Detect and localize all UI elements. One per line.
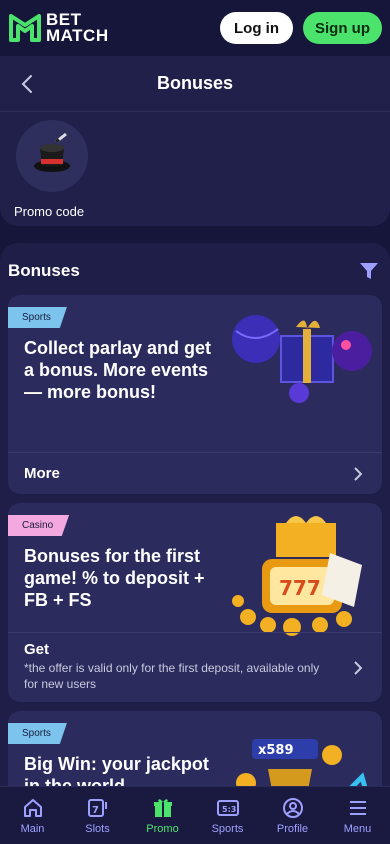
betmatch-logo[interactable]: BET MATCH [8, 11, 109, 45]
bottom-nav: Main 7 Slots Promo 5:3 Sports Profile Me… [0, 786, 390, 844]
nav-label: Main [20, 822, 45, 835]
nav-menu[interactable]: Menu [325, 787, 390, 844]
bonus-card-parlay[interactable]: Sports Collect parlay and get a bonus. M… [8, 295, 382, 494]
card-footer[interactable]: More [8, 452, 382, 494]
section-title: Bonuses [8, 261, 80, 280]
nav-label: Promo [146, 822, 179, 835]
bonuses-panel: Bonuses Sports Collect parlay and get a … [0, 243, 390, 844]
promo-code-button[interactable]: Promo code [14, 120, 90, 219]
promo-panel: Bonuses Promo code [0, 56, 390, 226]
login-button[interactable]: Log in [220, 12, 293, 44]
magic-hat-icon [16, 120, 88, 192]
logo-text-bottom: MATCH [46, 26, 109, 45]
category-tag: Sports [8, 723, 67, 744]
top-header: BET MATCH Log in Sign up [0, 0, 390, 56]
profile-icon [282, 797, 303, 818]
promo-code-label: Promo code [13, 204, 85, 219]
get-link[interactable]: Get [24, 641, 366, 658]
card-title: Collect parlay and get a bonus. More eve… [24, 338, 212, 402]
card-title: Bonuses for the first game! % to deposit… [24, 546, 205, 610]
svg-text:7: 7 [92, 805, 99, 816]
nav-slots[interactable]: 7 Slots [65, 787, 130, 844]
nav-label: Sports [211, 822, 244, 835]
filter-icon[interactable] [360, 263, 378, 279]
back-arrow-icon[interactable] [16, 72, 40, 96]
signup-button[interactable]: Sign up [303, 12, 382, 44]
gift-icon [153, 798, 172, 817]
nav-label: Menu [343, 822, 372, 835]
home-icon [23, 798, 42, 817]
page-titlebar: Bonuses [0, 56, 390, 112]
chevron-right-icon [354, 466, 362, 481]
nav-sports[interactable]: 5:3 Sports [195, 787, 260, 844]
nav-label: Profile [276, 822, 309, 835]
jackpot-badge: x589 [258, 743, 294, 758]
nav-profile[interactable]: Profile [260, 787, 325, 844]
category-tag: Casino [8, 515, 70, 536]
scoreboard-icon: 5:3 [216, 799, 239, 816]
slot-coins-illustration: 777 [232, 516, 362, 636]
logo-mark-icon [9, 14, 41, 42]
nav-label: Slots [85, 822, 110, 835]
category-tag: Sports [8, 307, 67, 328]
menu-icon [349, 800, 366, 815]
nav-promo[interactable]: Promo [130, 787, 195, 844]
slots-icon: 7 [87, 798, 107, 817]
page-title: Bonuses [156, 73, 234, 93]
bonus-card-first-game[interactable]: Casino Bonuses for the first game! % to … [8, 503, 382, 702]
chevron-right-icon [354, 660, 362, 675]
offer-note: *the offer is valid only for the first d… [24, 661, 320, 691]
more-link[interactable]: More [24, 465, 366, 482]
gift-balls-illustration [232, 315, 372, 403]
svg-text:777: 777 [279, 576, 321, 600]
card-footer[interactable]: Get *the offer is valid only for the fir… [8, 632, 382, 702]
svg-text:5:3: 5:3 [222, 805, 236, 814]
nav-main[interactable]: Main [0, 787, 65, 844]
